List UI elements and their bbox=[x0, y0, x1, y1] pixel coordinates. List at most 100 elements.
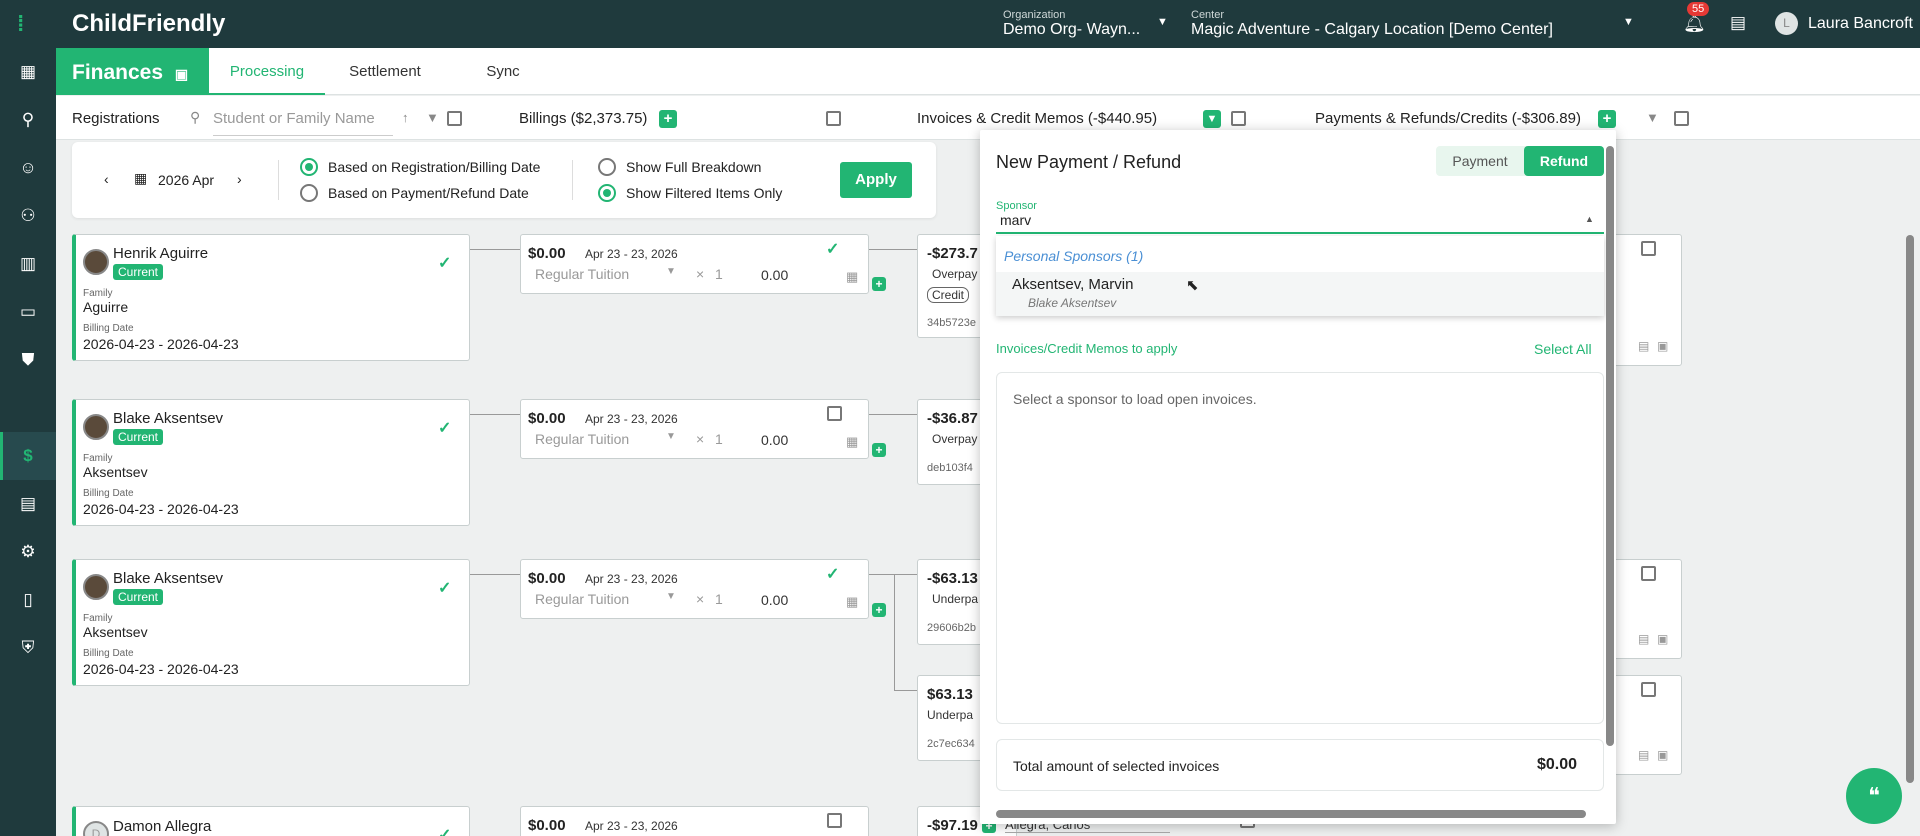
tuition-type-select[interactable]: Regular Tuition bbox=[535, 431, 629, 447]
invoices-checkbox[interactable] bbox=[1231, 111, 1246, 126]
calendar-icon[interactable]: ▦ bbox=[846, 434, 858, 450]
payment-toggle[interactable]: Payment bbox=[1436, 146, 1524, 176]
refund-toggle[interactable]: Refund bbox=[1524, 146, 1604, 176]
search-input[interactable]: Student or Family Name bbox=[213, 110, 393, 136]
tab-settlement[interactable]: Settlement bbox=[325, 48, 445, 95]
chevron-down-icon[interactable]: ▼ bbox=[666, 591, 676, 602]
registration-card[interactable]: D Damon Allegra ✓ bbox=[72, 806, 470, 836]
radio-filtered-only-label[interactable]: Show Filtered Items Only bbox=[626, 185, 782, 201]
chat-bubble-icon[interactable]: ❝ bbox=[1846, 768, 1902, 824]
child-icon[interactable]: ☺ bbox=[16, 156, 40, 180]
school-icon[interactable]: ⛊ bbox=[16, 348, 40, 372]
payment-checkbox[interactable] bbox=[1641, 241, 1656, 256]
tuition-type-select[interactable]: Regular Tuition bbox=[535, 591, 629, 607]
calendar-icon[interactable]: ▦ bbox=[846, 594, 858, 610]
center-select[interactable]: Magic Adventure - Calgary Location [Demo… bbox=[1191, 21, 1553, 39]
connector bbox=[470, 249, 520, 250]
sponsor-input[interactable]: marv bbox=[996, 212, 1604, 234]
center-chevron-down-icon[interactable]: ▼ bbox=[1623, 16, 1634, 28]
sub-navigation: Finances ▣ Processing Settlement Sync bbox=[56, 48, 1920, 95]
quantity[interactable]: 1 bbox=[715, 431, 723, 447]
billing-date: 2026-04-23 - 2026-04-23 bbox=[83, 501, 239, 517]
tab-sync[interactable]: Sync bbox=[445, 48, 561, 95]
page-vertical-scrollbar[interactable] bbox=[1906, 235, 1914, 783]
month-selector[interactable]: 2026 Apr bbox=[158, 172, 214, 188]
document-icon[interactable]: ▤ bbox=[1638, 748, 1649, 762]
chat-icon[interactable]: ▭ bbox=[16, 300, 40, 324]
next-month-icon[interactable]: › bbox=[237, 171, 242, 187]
billing-card[interactable]: $0.00 Apr 23 - 23, 2026 ✓ Regular Tuitio… bbox=[520, 234, 869, 294]
registration-card[interactable]: Blake Aksentsev Current ✓ Family Aksents… bbox=[72, 399, 470, 526]
option-name[interactable]: Aksentsev, Marvin bbox=[1012, 276, 1133, 293]
billing-date: 2026-04-23 - 2026-04-23 bbox=[83, 661, 239, 677]
add-payment-button[interactable]: + bbox=[1598, 110, 1616, 128]
sort-icon[interactable]: ↑ bbox=[402, 110, 409, 125]
billing-checkbox[interactable] bbox=[827, 813, 842, 828]
tablet-icon[interactable]: ▯ bbox=[16, 588, 40, 612]
quantity[interactable]: 1 bbox=[715, 591, 723, 607]
dollar-icon[interactable]: $ bbox=[16, 444, 40, 468]
payment-checkbox[interactable] bbox=[1641, 682, 1656, 697]
apply-button[interactable]: Apply bbox=[840, 162, 912, 198]
select-all-link[interactable]: Select All bbox=[1534, 341, 1592, 357]
add-invoice-button[interactable]: + bbox=[872, 277, 886, 291]
billing-card[interactable]: $0.00 Apr 23 - 23, 2026 ✓ Regular Tuitio… bbox=[520, 559, 869, 619]
registration-card[interactable]: Blake Aksentsev Current ✓ Family Aksents… bbox=[72, 559, 470, 686]
gear-icon[interactable]: ⚙ bbox=[16, 540, 40, 564]
finances-section: Finances ▣ bbox=[56, 48, 209, 95]
modal-vertical-scrollbar[interactable] bbox=[1606, 146, 1614, 746]
radio-registration-date[interactable] bbox=[300, 158, 318, 176]
org-chevron-down-icon[interactable]: ▼ bbox=[1157, 16, 1168, 28]
org-select[interactable]: Demo Org- Wayn... bbox=[1003, 21, 1140, 39]
check-icon: ✓ bbox=[438, 580, 452, 597]
tab-processing[interactable]: Processing bbox=[209, 48, 325, 95]
billing-card[interactable]: $0.00 Apr 23 - 23, 2026 Regular Tuition … bbox=[520, 399, 869, 459]
prev-month-icon[interactable]: ‹ bbox=[104, 171, 109, 187]
person-icon[interactable]: ⚲ bbox=[16, 108, 40, 132]
family-name: Aguirre bbox=[83, 299, 129, 315]
document-icon[interactable]: ▤ bbox=[1638, 632, 1649, 646]
calendar-icon[interactable]: ▦ bbox=[846, 269, 858, 285]
apps-icon[interactable]: ▦ bbox=[16, 60, 40, 84]
archive-icon[interactable]: ▣ bbox=[1657, 748, 1668, 762]
radio-full-breakdown[interactable] bbox=[598, 158, 616, 176]
invoices-filter-icon[interactable]: ▼ bbox=[1203, 110, 1221, 128]
finance-screen-icon[interactable]: ▣ bbox=[175, 66, 188, 82]
security-icon[interactable]: ⛨ bbox=[16, 636, 40, 660]
billing-checkbox[interactable] bbox=[827, 406, 842, 421]
archive-icon[interactable]: ▣ bbox=[1657, 339, 1668, 353]
avatar[interactable]: L bbox=[1775, 12, 1798, 35]
radio-payment-date-label[interactable]: Based on Payment/Refund Date bbox=[328, 185, 529, 201]
payments-checkbox[interactable] bbox=[1674, 111, 1689, 126]
book-icon[interactable]: ▥ bbox=[16, 252, 40, 276]
bell-icon[interactable]: 🔔︎ bbox=[1683, 13, 1706, 34]
family-icon[interactable]: ⚇ bbox=[16, 204, 40, 228]
registrations-checkbox[interactable] bbox=[447, 111, 462, 126]
modal-horizontal-scrollbar[interactable] bbox=[996, 810, 1586, 818]
add-billing-button[interactable]: + bbox=[659, 110, 677, 128]
filter-icon[interactable]: ▼ bbox=[426, 110, 439, 125]
payment-checkbox[interactable] bbox=[1641, 566, 1656, 581]
quantity[interactable]: 1 bbox=[715, 266, 723, 282]
radio-filtered-only[interactable] bbox=[598, 184, 616, 202]
user-name[interactable]: Laura Bancroft bbox=[1808, 15, 1913, 33]
chevron-down-icon[interactable]: ▼ bbox=[666, 431, 676, 442]
chevron-down-icon[interactable]: ▼ bbox=[666, 266, 676, 277]
add-invoice-button[interactable]: + bbox=[872, 603, 886, 617]
archive-icon[interactable]: ▣ bbox=[1657, 632, 1668, 646]
add-invoice-button[interactable]: + bbox=[872, 443, 886, 457]
radio-full-breakdown-label[interactable]: Show Full Breakdown bbox=[626, 159, 761, 175]
billings-checkbox[interactable] bbox=[826, 111, 841, 126]
billing-card[interactable]: $0.00 Apr 23 - 23, 2026 bbox=[520, 806, 869, 836]
tuition-type-select[interactable]: Regular Tuition bbox=[535, 266, 629, 282]
messages-icon[interactable]: ▤ bbox=[1730, 13, 1746, 33]
radio-registration-date-label[interactable]: Based on Registration/Billing Date bbox=[328, 159, 540, 175]
dropdown-arrow-icon[interactable]: ▲ bbox=[1585, 214, 1594, 224]
document-icon[interactable]: ▤ bbox=[16, 492, 40, 516]
payments-filter-icon[interactable]: ▼ bbox=[1646, 110, 1659, 125]
document-icon[interactable]: ▤ bbox=[1638, 339, 1649, 353]
registration-card[interactable]: Henrik Aguirre Current ✓ Family Aguirre … bbox=[72, 234, 470, 361]
sponsor-option[interactable]: Aksentsev, Marvin Blake Aksentsev ⬉ bbox=[996, 272, 1604, 316]
calendar-icon[interactable]: ▦ bbox=[134, 170, 147, 187]
radio-payment-date[interactable] bbox=[300, 184, 318, 202]
